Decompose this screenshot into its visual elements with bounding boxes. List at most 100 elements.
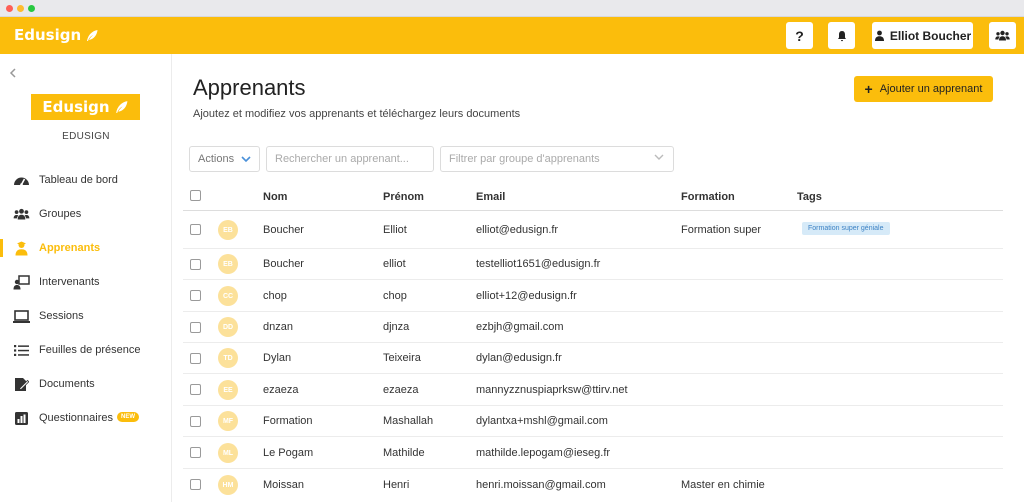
add-learner-label: Ajouter un apprenant <box>879 83 983 95</box>
minimize-window-icon[interactable] <box>17 5 24 12</box>
sidebar-item-questionnaires[interactable]: Questionnaires NEW <box>0 401 172 435</box>
row-checkbox[interactable] <box>190 259 201 270</box>
row-checkbox[interactable] <box>190 416 201 427</box>
table-row[interactable]: ML Le Pogam Mathilde mathilde.lepogam@ie… <box>183 437 1003 469</box>
table-row[interactable]: DD dnzan djnza ezbjh@gmail.com <box>183 312 1003 343</box>
cell-email: testelliot1651@edusign.fr <box>476 258 601 270</box>
sidebar-item-label: Questionnaires <box>39 412 113 424</box>
cell-email: ezbjh@gmail.com <box>476 321 564 333</box>
column-header-email[interactable]: Email <box>476 191 505 203</box>
page-subtitle: Ajoutez et modifiez vos apprenants et té… <box>193 108 521 120</box>
document-icon <box>13 376 30 393</box>
actions-label: Actions <box>198 153 235 165</box>
cell-prenom: ezaeza <box>383 384 419 396</box>
search-learner-input[interactable] <box>266 146 434 172</box>
dashboard-icon <box>13 172 30 189</box>
avatar: EB <box>218 220 238 240</box>
add-learner-button[interactable]: + Ajouter un apprenant <box>854 76 993 102</box>
sidebar-item-apprenants[interactable]: Apprenants <box>0 231 172 265</box>
select-all-checkbox[interactable] <box>190 190 201 201</box>
row-checkbox[interactable] <box>190 224 201 235</box>
help-button[interactable]: ? <box>786 22 813 49</box>
column-header-prenom[interactable]: Prénom <box>383 191 424 203</box>
row-checkbox[interactable] <box>190 322 201 333</box>
row-checkbox[interactable] <box>190 290 201 301</box>
chevron-left-icon <box>9 68 16 78</box>
column-header-formation[interactable]: Formation <box>681 191 735 203</box>
cell-email: mannyzznuspiaprksw@ttirv.net <box>476 384 628 396</box>
row-checkbox[interactable] <box>190 479 201 490</box>
sidebar-item-feuilles-de-presence[interactable]: Feuilles de présence <box>0 333 172 367</box>
cell-nom: Moissan <box>263 479 304 491</box>
cell-prenom: Mashallah <box>383 415 434 427</box>
speaker-icon <box>13 274 30 291</box>
sidebar-item-tableau-de-bord[interactable]: Tableau de bord <box>0 163 172 197</box>
cell-nom: Le Pogam <box>263 447 314 459</box>
sidebar-item-label: Intervenants <box>39 276 100 288</box>
groups-icon <box>13 206 30 223</box>
team-button[interactable] <box>989 22 1016 49</box>
maximize-window-icon[interactable] <box>28 5 35 12</box>
window-titlebar <box>0 0 1024 17</box>
organization-name: EDUSIGN <box>62 131 110 142</box>
chevron-down-icon <box>654 154 664 160</box>
close-window-icon[interactable] <box>6 5 13 12</box>
sidebar-item-intervenants[interactable]: Intervenants <box>0 265 172 299</box>
cell-prenom: Elliot <box>383 224 407 236</box>
cell-nom: Boucher <box>263 258 304 270</box>
collapse-sidebar-button[interactable] <box>9 65 17 83</box>
row-checkbox[interactable] <box>190 384 201 395</box>
sidebar-item-label: Feuilles de présence <box>39 344 141 356</box>
sidebar: Edusign EDUSIGN Tableau de bord Groupes … <box>0 54 172 502</box>
organization-logo: Edusign <box>31 94 140 120</box>
feather-icon <box>115 100 127 113</box>
page-title: Apprenants <box>193 75 306 100</box>
cell-prenom: Teixeira <box>383 352 421 364</box>
table-row[interactable]: EB Boucher elliot testelliot1651@edusign… <box>183 249 1003 280</box>
cell-email: dylan@edusign.fr <box>476 352 562 364</box>
sidebar-item-documents[interactable]: Documents <box>0 367 172 401</box>
table-row[interactable]: EB Boucher Elliot elliot@edusign.fr Form… <box>183 211 1003 249</box>
column-header-tags[interactable]: Tags <box>797 191 822 203</box>
table-row[interactable]: MF Formation Mashallah dylantxa+mshl@gma… <box>183 406 1003 437</box>
cell-email: elliot+12@edusign.fr <box>476 290 577 302</box>
learner-icon <box>13 240 30 257</box>
sidebar-item-sessions[interactable]: Sessions <box>0 299 172 333</box>
top-bar: Edusign ? Elliot Boucher <box>0 17 1024 54</box>
sidebar-item-label: Groupes <box>39 208 82 220</box>
user-menu-button[interactable]: Elliot Boucher <box>872 22 973 49</box>
user-icon <box>874 30 884 41</box>
notifications-button[interactable] <box>828 22 855 49</box>
row-checkbox[interactable] <box>190 447 201 458</box>
laptop-icon <box>13 308 30 325</box>
table-row[interactable]: EE ezaeza ezaeza mannyzznuspiaprksw@ttir… <box>183 374 1003 406</box>
cell-nom: chop <box>263 290 287 302</box>
chart-icon <box>13 410 30 427</box>
cell-email: mathilde.lepogam@ieseg.fr <box>476 447 611 459</box>
avatar: MF <box>218 411 238 431</box>
brand-logo[interactable]: Edusign <box>14 26 99 44</box>
group-filter-dropdown[interactable]: Filtrer par groupe d'apprenants <box>440 146 674 172</box>
avatar: ML <box>218 443 238 463</box>
user-name: Elliot Boucher <box>889 28 972 43</box>
table-header: Nom Prénom Email Formation Tags <box>183 183 1003 211</box>
column-header-nom[interactable]: Nom <box>263 191 287 203</box>
sidebar-item-groupes[interactable]: Groupes <box>0 197 172 231</box>
organization-logo-text: Edusign <box>42 98 110 116</box>
cell-prenom: djnza <box>383 321 410 333</box>
table-row[interactable]: HM Moissan Henri henri.moissan@gmail.com… <box>183 469 1003 502</box>
bell-icon <box>837 30 846 41</box>
table-row[interactable]: TD Dylan Teixeira dylan@edusign.fr <box>183 343 1003 374</box>
sidebar-item-label: Sessions <box>39 310 84 322</box>
actions-dropdown[interactable]: Actions <box>189 146 260 172</box>
table-row[interactable]: CC chop chop elliot+12@edusign.fr <box>183 280 1003 312</box>
list-icon <box>13 342 30 359</box>
row-checkbox[interactable] <box>190 353 201 364</box>
sidebar-item-label: Documents <box>39 378 95 390</box>
avatar: EB <box>218 254 238 274</box>
cell-nom: ezaeza <box>263 384 299 396</box>
cell-prenom: elliot <box>383 258 406 270</box>
users-icon <box>995 30 1010 41</box>
cell-prenom: Mathilde <box>383 447 425 459</box>
cell-nom: Boucher <box>263 224 304 236</box>
